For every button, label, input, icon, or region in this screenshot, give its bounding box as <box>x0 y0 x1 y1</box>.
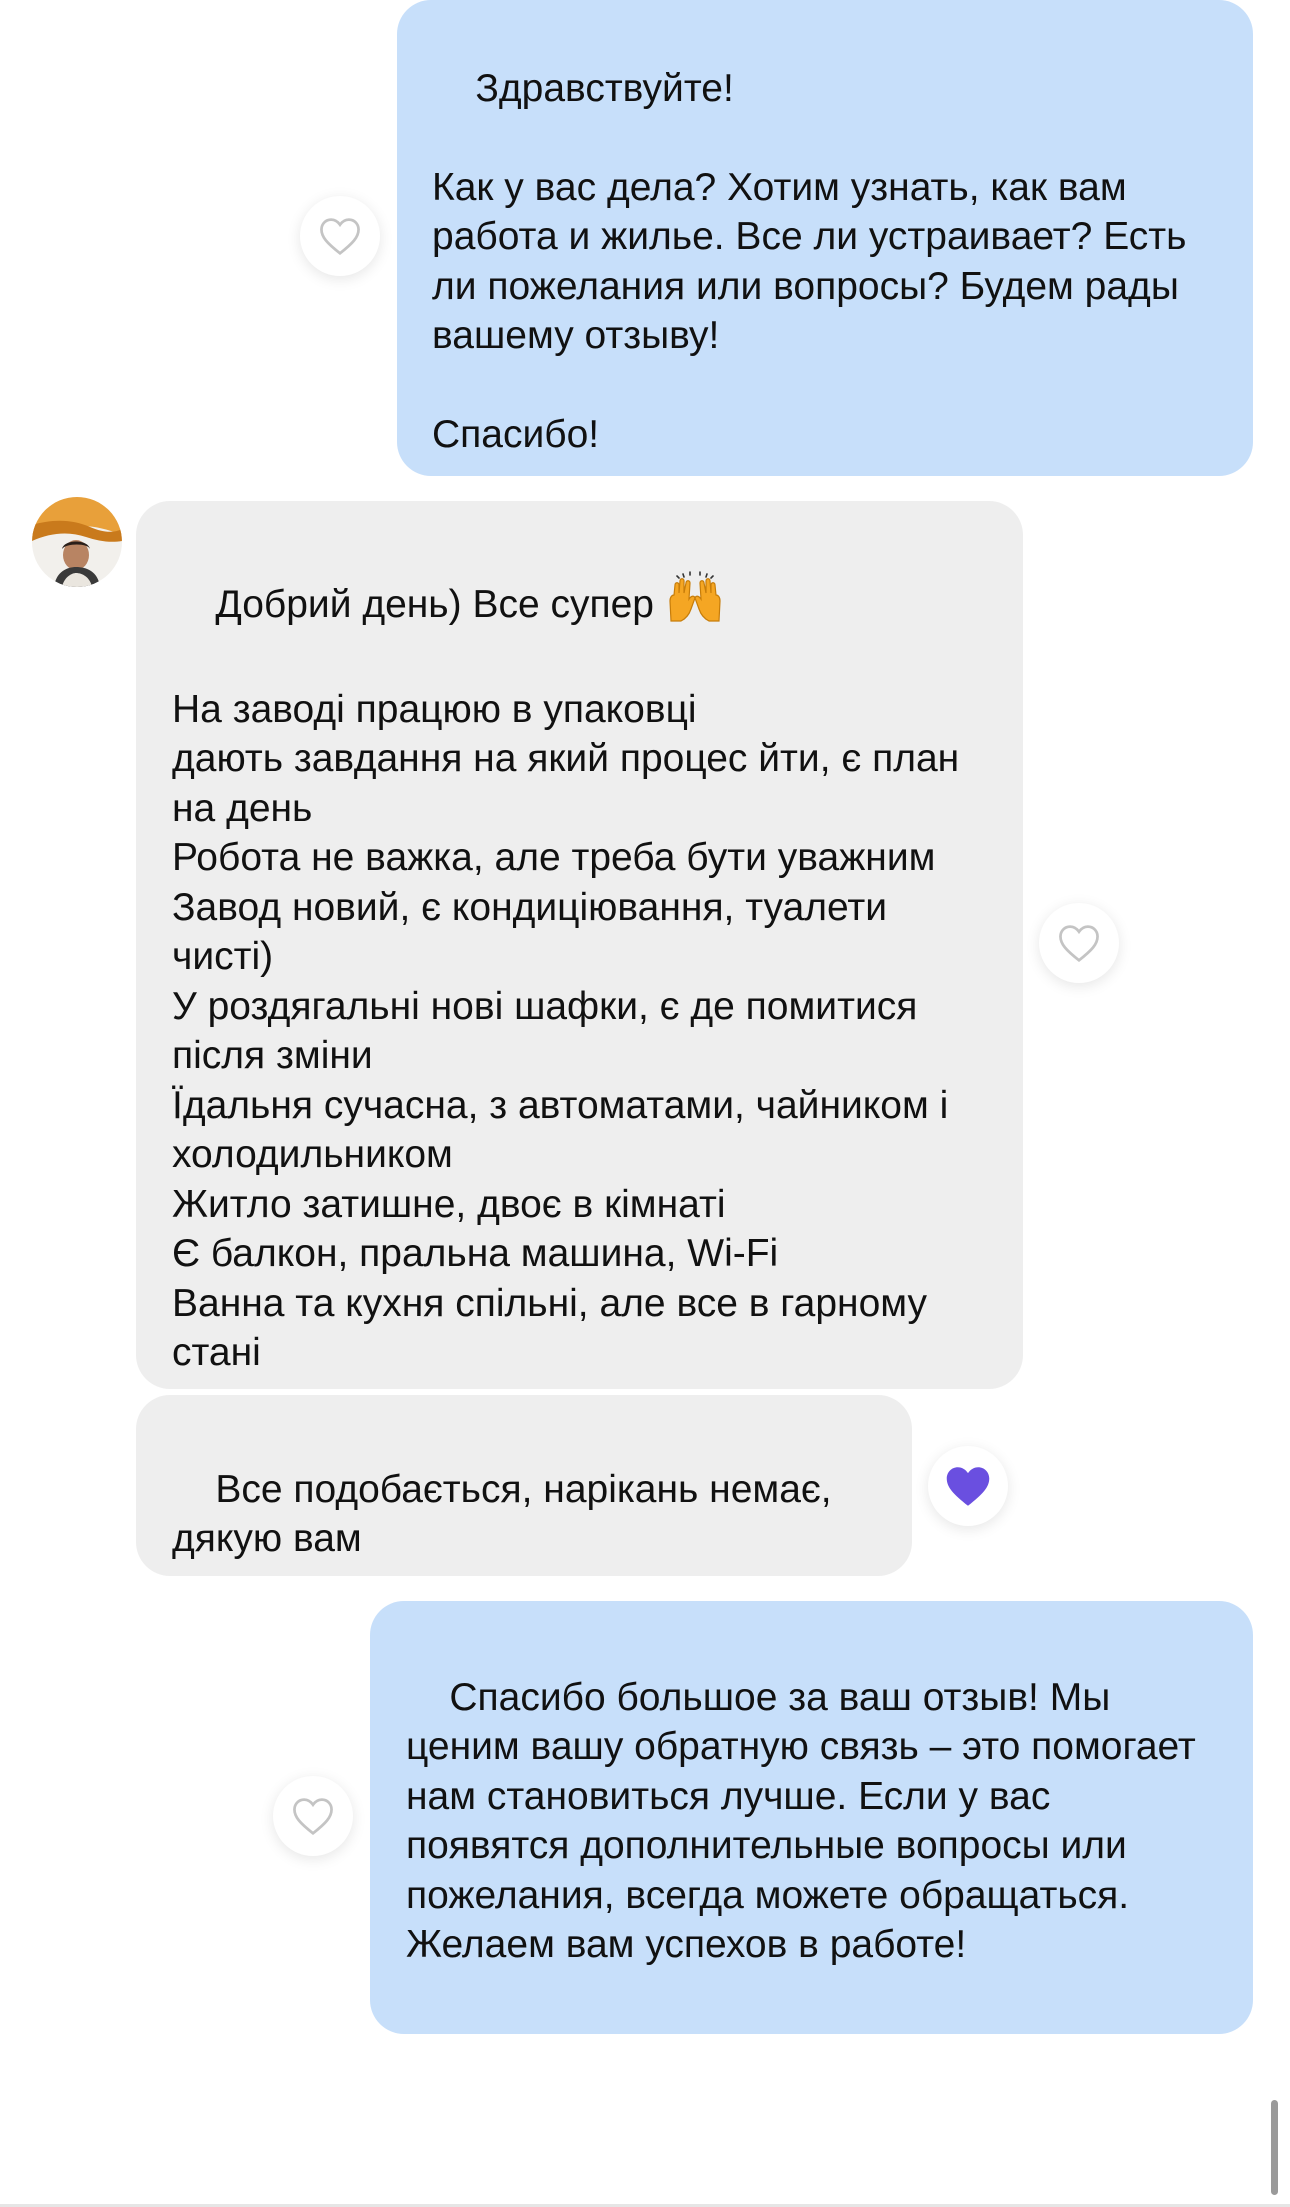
like-message-1-button[interactable] <box>300 196 380 276</box>
heart-filled-icon <box>946 1467 990 1506</box>
chat-thread: Здравствуйте! Как у вас дела? Хотим узна… <box>0 0 1290 2207</box>
message-text: На заводі працюю в упаковці дають завдан… <box>172 687 960 1375</box>
message-text: Спасибо большое за ваш отзыв! Мы ценим в… <box>406 1675 1207 1967</box>
raised-hands-emoji <box>665 570 725 636</box>
like-message-3-button[interactable] <box>928 1446 1008 1526</box>
message-bubble-incoming[interactable]: Добрий день) Все супер На заводі працюю … <box>136 501 1023 1389</box>
message-greeting: Добрий день) Все супер <box>215 582 654 626</box>
message-bubble-incoming[interactable]: Все подобається, нарікань немає, дякую в… <box>136 1395 912 1576</box>
message-bubble-outgoing[interactable]: Спасибо большое за ваш отзыв! Мы ценим в… <box>370 1601 1253 2034</box>
like-message-4-button[interactable] <box>273 1776 353 1856</box>
contact-avatar[interactable] <box>32 497 122 587</box>
like-message-2-button[interactable] <box>1039 903 1119 983</box>
heart-outline-icon <box>1059 925 1099 963</box>
message-bubble-outgoing[interactable]: Здравствуйте! Как у вас дела? Хотим узна… <box>397 0 1253 476</box>
heart-outline-icon <box>320 218 360 256</box>
avatar-image <box>32 497 122 587</box>
heart-outline-icon <box>293 1798 333 1836</box>
message-text: Здравствуйте! Как у вас дела? Хотим узна… <box>432 66 1187 457</box>
message-text: Все подобається, нарікань немає, дякую в… <box>172 1467 843 1561</box>
scrollbar-thumb[interactable] <box>1271 2100 1278 2195</box>
